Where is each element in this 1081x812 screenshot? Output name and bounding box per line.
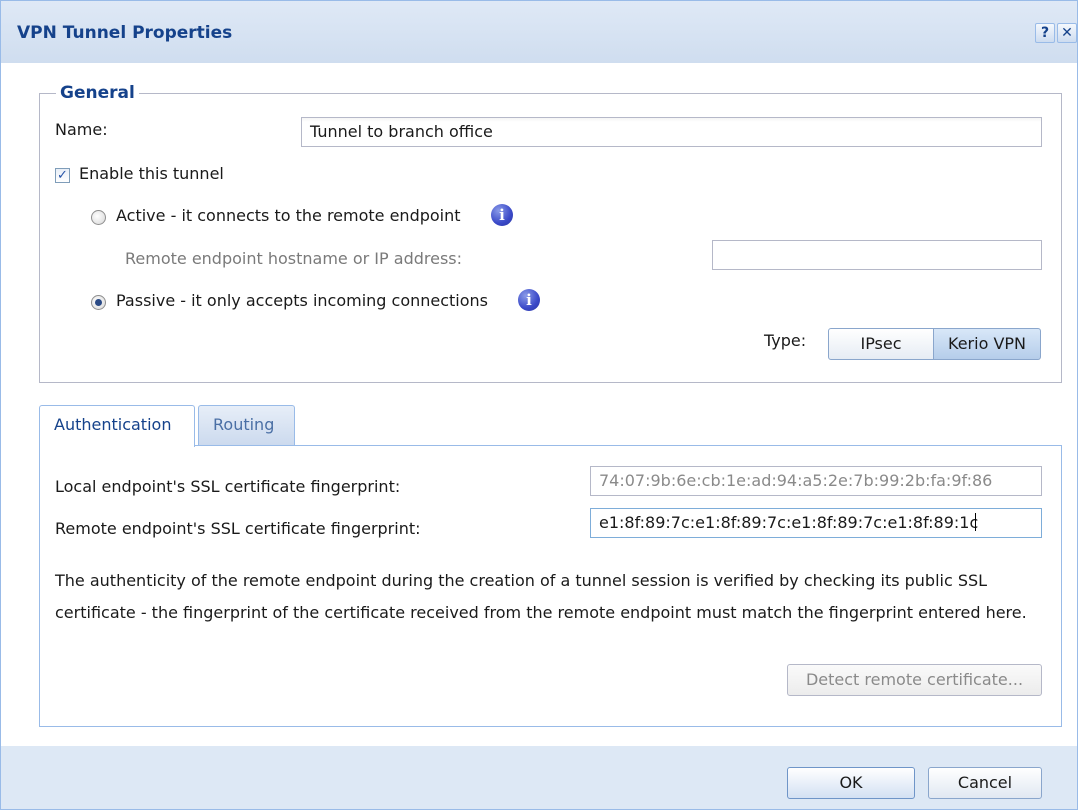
passive-mode-radio[interactable]: [91, 295, 106, 310]
local-fingerprint-input[interactable]: 74:07:9b:6e:cb:1e:ad:94:a5:2e:7b:99:2b:f…: [590, 466, 1042, 496]
remote-fingerprint-input[interactable]: e1:8f:89:7c:e1:8f:89:7c:e1:8f:89:7c:e1:8…: [590, 508, 1042, 538]
local-fingerprint-label: Local endpoint's SSL certificate fingerp…: [55, 477, 401, 496]
name-label: Name:: [55, 120, 108, 139]
vpn-tunnel-properties-dialog: VPN Tunnel Properties ? ✕ General Name: …: [0, 0, 1078, 810]
passive-info-icon[interactable]: i: [518, 289, 540, 311]
general-legend: General: [60, 83, 135, 103]
active-mode-radio[interactable]: [91, 210, 106, 225]
dialog-titlebar[interactable]: VPN Tunnel Properties ? ✕: [1, 1, 1077, 63]
cancel-button[interactable]: Cancel: [928, 767, 1042, 799]
text-caret: [975, 513, 977, 531]
tab-authentication[interactable]: Authentication: [39, 405, 195, 447]
type-ipsec-button[interactable]: IPsec: [828, 328, 934, 360]
remote-host-label: Remote endpoint hostname or IP address:: [125, 249, 463, 268]
remote-fingerprint-label: Remote endpoint's SSL certificate finger…: [55, 519, 421, 538]
active-mode-label: Active - it connects to the remote endpo…: [116, 206, 461, 225]
type-kerio-vpn-button[interactable]: Kerio VPN: [933, 328, 1041, 360]
dialog-title: VPN Tunnel Properties: [17, 23, 233, 43]
authentication-description: The authenticity of the remote endpoint …: [55, 571, 1027, 622]
name-input[interactable]: Tunnel to branch office: [301, 117, 1042, 147]
ok-button[interactable]: OK: [787, 767, 915, 799]
detect-remote-certificate-button[interactable]: Detect remote certificate...: [787, 664, 1042, 696]
enable-tunnel-label: Enable this tunnel: [79, 164, 224, 183]
close-icon[interactable]: ✕: [1057, 23, 1077, 43]
remote-fingerprint-value: e1:8f:89:7c:e1:8f:89:7c:e1:8f:89:7c:e1:8…: [599, 513, 979, 532]
passive-mode-label: Passive - it only accepts incoming conne…: [116, 291, 489, 310]
active-info-icon[interactable]: i: [491, 204, 513, 226]
type-label: Type:: [764, 331, 807, 350]
enable-tunnel-checkbox[interactable]: ✓: [55, 168, 70, 183]
remote-host-input[interactable]: [712, 240, 1042, 270]
help-icon[interactable]: ?: [1035, 23, 1055, 43]
tab-routing[interactable]: Routing: [198, 405, 295, 445]
